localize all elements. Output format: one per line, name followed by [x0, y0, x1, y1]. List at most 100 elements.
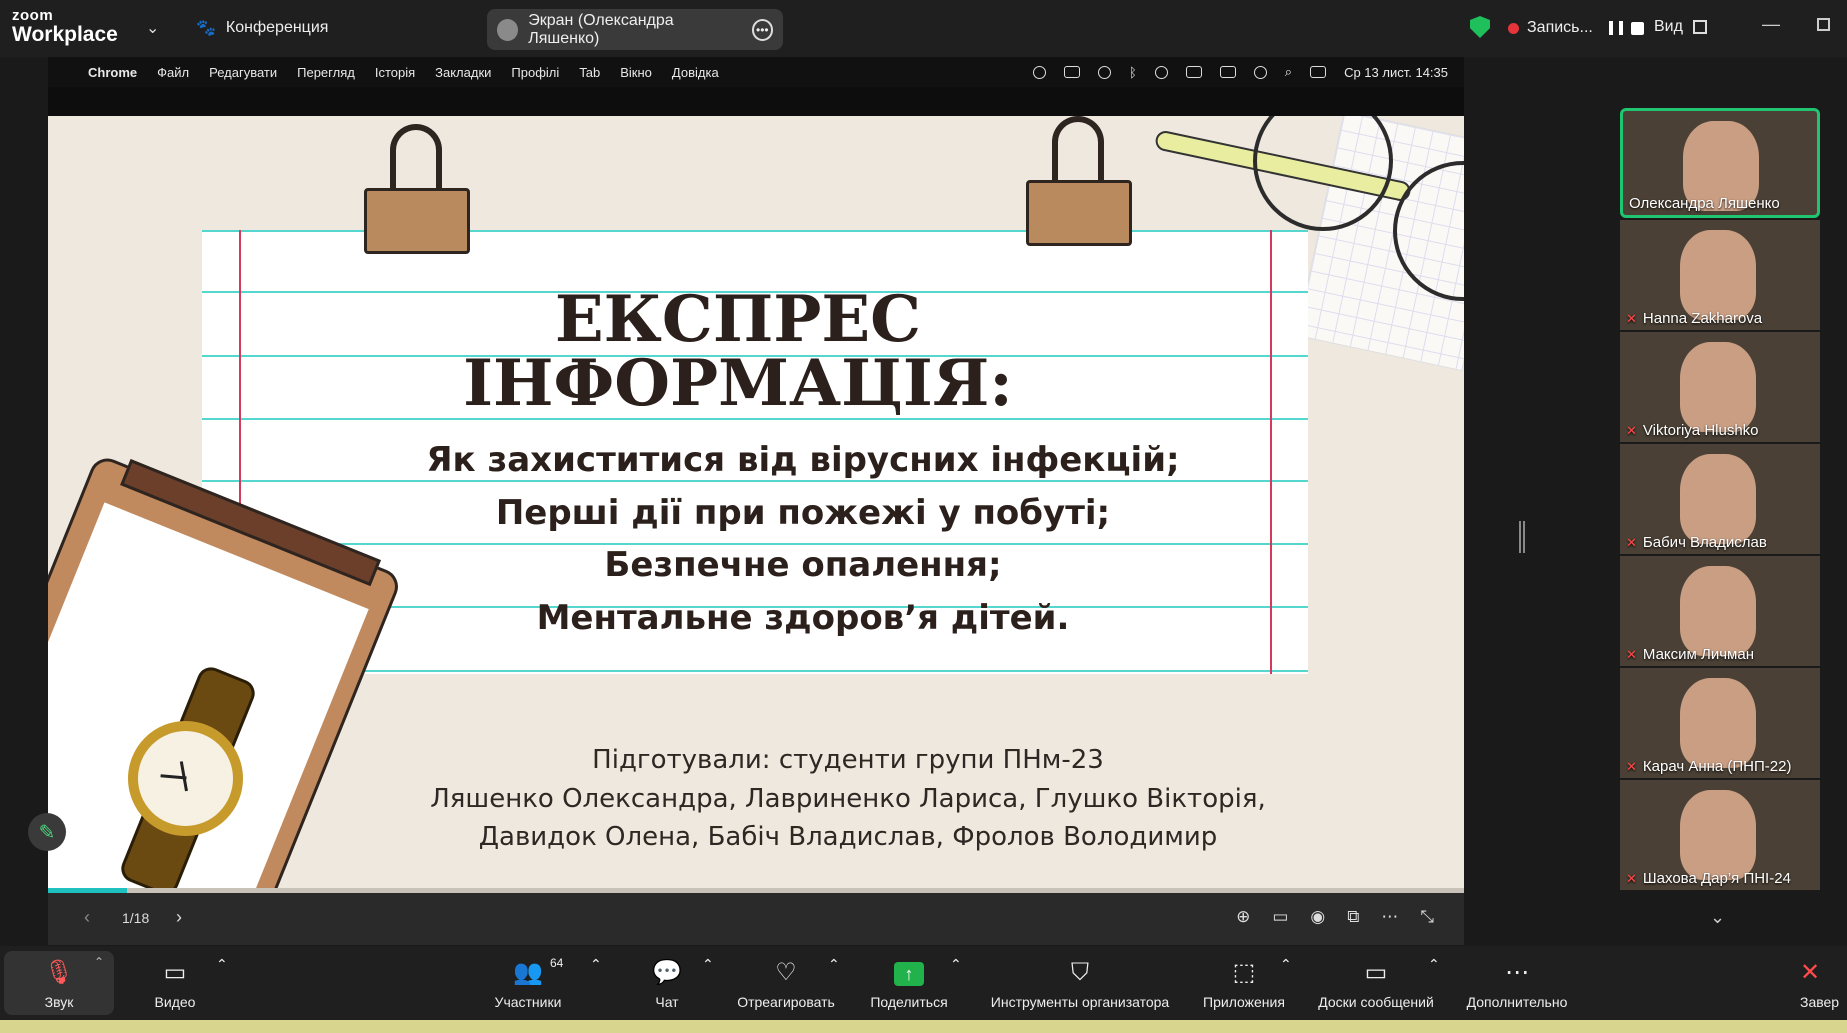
- slide-credits: Підготували: студенти групи ПНм-23 Ляшен…: [328, 741, 1368, 857]
- participants-options-caret[interactable]: ⌃: [590, 956, 602, 973]
- chevron-down-icon[interactable]: ⌄: [146, 18, 159, 38]
- share-screen-button[interactable]: ↑ Поделиться: [864, 956, 954, 1010]
- participant-gallery: Олександра Ляшенко ✕ Hanna Zakharova ✕ Vik…: [1620, 108, 1820, 892]
- captions-icon[interactable]: ▭: [1272, 907, 1288, 927]
- close-icon: ✕: [1800, 959, 1821, 986]
- mic-muted-icon: ✕: [1626, 310, 1637, 326]
- menu-item-help: Довідка: [671, 64, 719, 80]
- topic-item: Безпечне опалення;: [604, 545, 1002, 585]
- pip-icon[interactable]: ⧉: [1347, 907, 1359, 927]
- binder-clip-right: [1026, 116, 1132, 246]
- end-meeting-button[interactable]: ✕ Завер: [1800, 956, 1847, 1010]
- mic-muted-icon: ✕: [1626, 758, 1637, 774]
- conference-info[interactable]: 🐾 Конференция: [196, 18, 328, 38]
- video-camera-icon: ▭: [163, 959, 187, 986]
- whiteboard-icon: ▭: [1364, 959, 1388, 986]
- credits-line: Ляшенко Олександра, Лавриненко Лариса, Г…: [430, 783, 1266, 814]
- view-button[interactable]: Вид: [1654, 18, 1707, 36]
- broadcast-icon[interactable]: ◉: [1310, 907, 1325, 927]
- chat-button[interactable]: 💬 Чат: [645, 956, 689, 1010]
- video-button[interactable]: ▭ Видео: [140, 956, 210, 1010]
- view-label: Вид: [1654, 18, 1683, 35]
- glasses-lens-left: [1253, 116, 1393, 231]
- prev-slide-button[interactable]: ‹: [84, 907, 90, 928]
- slide-tools: ⊕ ▭ ◉ ⧉ ⋯ ⤡: [1236, 907, 1434, 927]
- participant-video: [1680, 678, 1756, 768]
- participant-tile[interactable]: ✕ Карач Анна (ПНП-22): [1620, 668, 1820, 778]
- pause-recording-button[interactable]: [1608, 21, 1623, 35]
- more-icon[interactable]: •••: [751, 18, 773, 41]
- audio-options-caret[interactable]: ⌃: [94, 955, 104, 969]
- conference-label: Конференция: [225, 19, 329, 36]
- more-button[interactable]: ⋯ Дополнительно: [1458, 956, 1576, 1010]
- control-center-icon: [1310, 66, 1327, 78]
- next-slide-button[interactable]: ›: [176, 907, 182, 928]
- recording-indicator: Запись...: [1508, 19, 1644, 37]
- more-options-icon[interactable]: ⋯: [1381, 907, 1398, 927]
- chat-icon: 💬: [652, 959, 682, 986]
- mac-status-area: ᛒ ⌕ Ср 13 лист. 14:35: [1032, 57, 1448, 87]
- mac-clock: Ср 13 лист. 14:35: [1344, 64, 1448, 80]
- participant-name: Бабич Владислав: [1642, 534, 1767, 551]
- apps-icon: ⬚: [1232, 959, 1256, 986]
- participant-name: Viktoriya Hlushko: [1642, 422, 1759, 439]
- react-options-caret[interactable]: ⌃: [828, 956, 840, 973]
- maximize-button[interactable]: [1817, 18, 1830, 31]
- participant-tile[interactable]: Олександра Ляшенко: [1620, 108, 1820, 218]
- participant-tile[interactable]: ✕ Бабич Владислав: [1620, 444, 1820, 554]
- topic-item: Ментальне здоров’я дітей.: [536, 597, 1070, 638]
- topic-item: Як захиститися від вірусних інфекцій;: [426, 440, 1180, 480]
- status-icon: [1032, 65, 1046, 79]
- participant-tile[interactable]: ✕ Шахова Дар’я ПНІ-24: [1620, 780, 1820, 890]
- apps-options-caret[interactable]: ⌃: [1280, 956, 1292, 973]
- participant-video: [1680, 230, 1756, 320]
- chat-options-caret[interactable]: ⌃: [702, 956, 714, 973]
- participant-name: Шахова Дар’я ПНІ-24: [1642, 870, 1791, 887]
- menu-item-window: Вікно: [620, 64, 652, 80]
- shared-screen: Chrome Файл Редагувати Перегляд Історія …: [48, 57, 1464, 945]
- participant-tile[interactable]: ✕ Максим Личман: [1620, 556, 1820, 666]
- screen-share-label: Экран (Олександра Ляшенко): [528, 11, 674, 47]
- cloud-icon: [1063, 66, 1080, 78]
- shield-icon: ⛉: [1071, 959, 1089, 986]
- resize-handle[interactable]: [1519, 521, 1525, 553]
- credits-line: Давидок Олена, Бабіч Владислав, Фролов В…: [478, 822, 1218, 852]
- grid-icon: [1692, 20, 1707, 34]
- zoom-logo: zoom Workplace: [12, 7, 118, 46]
- participants-button[interactable]: 👥 64 Участники: [488, 956, 568, 1010]
- participant-tile[interactable]: ✕ Hanna Zakharova: [1620, 220, 1820, 330]
- minimize-button[interactable]: —: [1762, 14, 1780, 35]
- whiteboards-button[interactable]: ▭ Доски сообщений: [1310, 956, 1442, 1010]
- menu-item-tab: Tab: [579, 64, 601, 80]
- slide-topics: Як захиститися від вірусних інфекцій; Пе…: [238, 434, 1368, 644]
- whiteboards-options-caret[interactable]: ⌃: [1428, 956, 1440, 973]
- share-options-caret[interactable]: ⌃: [950, 956, 962, 973]
- gallery-scroll-down-icon[interactable]: ⌄: [1710, 907, 1725, 928]
- exit-fullscreen-icon[interactable]: ⤡: [1420, 907, 1434, 927]
- stop-recording-button[interactable]: [1630, 21, 1644, 35]
- react-button[interactable]: ♡ Отреагировать: [730, 956, 842, 1010]
- video-options-caret[interactable]: ⌃: [216, 956, 228, 973]
- zoom-in-icon[interactable]: ⊕: [1236, 907, 1250, 927]
- wifi-icon: [1154, 65, 1168, 79]
- menu-item-bookmarks: Закладки: [435, 64, 492, 80]
- heart-icon: [1097, 65, 1111, 79]
- mic-muted-icon: ✕: [1626, 870, 1637, 886]
- heart-icon: ♡: [775, 959, 797, 986]
- screen-share-pill[interactable]: Экран (Олександра Ляшенко) •••: [487, 9, 783, 50]
- audio-button[interactable]: 🎙 Звук ⌃: [4, 951, 114, 1015]
- paper-rule: [202, 670, 1308, 672]
- participant-video: [1680, 566, 1756, 656]
- slide-controls: ‹ 1/18 › ⊕ ▭ ◉ ⧉ ⋯ ⤡: [48, 893, 1464, 945]
- record-label: Запись...: [1527, 19, 1593, 36]
- apps-button[interactable]: ⬚ Приложения: [1196, 956, 1292, 1010]
- menu-item-edit: Редагувати: [209, 64, 278, 80]
- annotate-pen-button[interactable]: ✎: [28, 813, 66, 851]
- participant-name: Карач Анна (ПНП-22): [1642, 758, 1792, 775]
- slide-title-line2: ІНФОРМАЦІЯ:: [463, 346, 1013, 421]
- security-shield-icon[interactable]: [1470, 16, 1490, 38]
- slide-title: ЕКСПРЕС ІНФОРМАЦІЯ:: [238, 288, 1238, 416]
- participant-tile[interactable]: ✕ Viktoriya Hlushko: [1620, 332, 1820, 442]
- host-tools-button[interactable]: ⛉ Инструменты организатора: [980, 956, 1180, 1010]
- participant-video: [1680, 454, 1756, 544]
